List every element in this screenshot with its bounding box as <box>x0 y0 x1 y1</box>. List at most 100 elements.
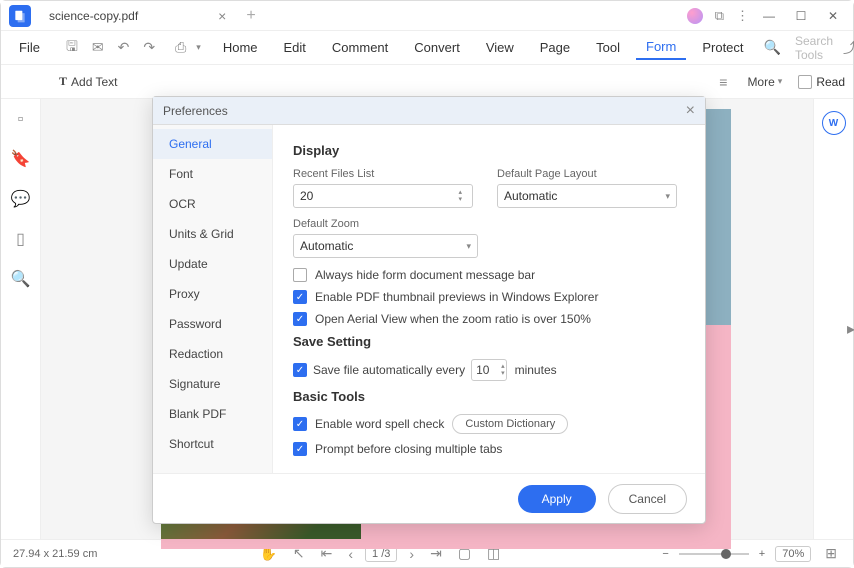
word-export-icon[interactable]: W <box>822 111 846 135</box>
tab-close-icon[interactable]: × <box>218 8 226 24</box>
file-menu[interactable]: File <box>9 36 50 59</box>
cancel-button[interactable]: Cancel <box>608 484 687 514</box>
text-icon: T <box>59 74 67 89</box>
view-mode-icon[interactable]: ⊞ <box>821 541 841 566</box>
home-menu[interactable]: Home <box>213 36 268 59</box>
tab-title: science-copy.pdf <box>49 9 138 23</box>
spell-checkbox-row[interactable]: ✓ Enable word spell check Custom Diction… <box>293 414 677 434</box>
sidebar-item-redaction[interactable]: Redaction <box>153 339 272 369</box>
kebab-icon[interactable]: ⋮ <box>736 8 749 24</box>
sidebar-item-general[interactable]: General <box>153 129 272 159</box>
zoom-in-icon[interactable]: + <box>759 548 765 560</box>
titlebar-actions: ⧉ ⋮ <box>687 8 749 24</box>
aerial-checkbox-row[interactable]: ✓ Open Aerial View when the zoom ratio i… <box>293 312 677 326</box>
sidebar-item-update[interactable]: Update <box>153 249 272 279</box>
default-zoom-select[interactable]: Automatic ▾ <box>293 234 478 258</box>
thumbnails-checkbox-row[interactable]: ✓ Enable PDF thumbnail previews in Windo… <box>293 290 677 304</box>
default-zoom-value: Automatic <box>300 239 353 253</box>
minimize-button[interactable]: — <box>757 4 781 28</box>
redo-icon[interactable]: ↷ <box>139 35 159 60</box>
chevron-down-icon: ▾ <box>665 191 670 202</box>
recent-files-label: Recent Files List <box>293 168 473 180</box>
preferences-sidebar: General Font OCR Units & Grid Update Pro… <box>153 125 273 473</box>
thumbnails-icon[interactable]: ▫ <box>18 111 24 129</box>
mail-icon[interactable]: ✉ <box>88 35 108 60</box>
expand-rail-icon[interactable]: ▸ <box>847 319 854 339</box>
sidebar-item-signature[interactable]: Signature <box>153 369 272 399</box>
more-label: More <box>747 75 774 89</box>
dialog-title: Preferences <box>163 104 228 118</box>
attachments-icon[interactable]: ▯ <box>16 229 25 249</box>
read-checkbox-box[interactable] <box>798 75 812 89</box>
list-icon[interactable]: ≡ <box>715 70 731 94</box>
prompt-tabs-label: Prompt before closing multiple tabs <box>315 442 502 456</box>
read-checkbox[interactable]: Read <box>798 75 845 89</box>
custom-dictionary-button[interactable]: Custom Dictionary <box>452 414 568 434</box>
chevron-down-icon: ▾ <box>778 76 783 87</box>
checkbox-checked-icon[interactable]: ✓ <box>293 442 307 456</box>
zoom-out-icon[interactable]: − <box>662 548 668 560</box>
zoom-slider[interactable] <box>679 553 749 555</box>
tool-menu[interactable]: Tool <box>586 36 630 59</box>
maximize-button[interactable]: ☐ <box>789 4 813 28</box>
print-dropdown-icon[interactable]: ▾ <box>196 42 201 53</box>
sidebar-item-units[interactable]: Units & Grid <box>153 219 272 249</box>
apply-button[interactable]: Apply <box>518 485 596 513</box>
sidebar-item-password[interactable]: Password <box>153 309 272 339</box>
new-tab-button[interactable]: + <box>246 7 255 25</box>
comment-menu[interactable]: Comment <box>322 36 398 59</box>
close-button[interactable]: ✕ <box>821 4 845 28</box>
prompt-tabs-checkbox-row[interactable]: ✓ Prompt before closing multiple tabs <box>293 442 677 456</box>
sidebar-item-ocr[interactable]: OCR <box>153 189 272 219</box>
external-icon[interactable]: ⧉ <box>715 8 724 24</box>
add-text-button[interactable]: T Add Text <box>53 72 124 91</box>
zoom-value[interactable]: 70% <box>775 546 811 562</box>
recent-files-input[interactable]: 20 ▴▾ <box>293 184 473 208</box>
protect-menu[interactable]: Protect <box>692 36 753 59</box>
read-label: Read <box>816 75 845 89</box>
autosave-row[interactable]: ✓ Save file automatically every 10 ▴▾ mi… <box>293 359 677 381</box>
tools-section-title: Basic Tools <box>293 389 677 404</box>
search-icon[interactable]: 🔍 <box>760 35 785 60</box>
default-layout-select[interactable]: Automatic ▾ <box>497 184 677 208</box>
view-menu[interactable]: View <box>476 36 524 59</box>
sidebar-item-shortcut[interactable]: Shortcut <box>153 429 272 459</box>
comments-icon[interactable]: 💬 <box>11 189 31 209</box>
spinner-icon[interactable]: ▴▾ <box>458 189 462 203</box>
checkbox-icon[interactable] <box>293 268 307 282</box>
display-section-title: Display <box>293 143 677 158</box>
autosave-pre-label: Save file automatically every <box>313 363 465 377</box>
checkbox-checked-icon[interactable]: ✓ <box>293 312 307 326</box>
bookmark-icon[interactable]: 🔖 <box>11 149 31 169</box>
undo-icon[interactable]: ↶ <box>114 35 134 60</box>
default-zoom-label: Default Zoom <box>293 218 478 230</box>
edit-menu[interactable]: Edit <box>274 36 316 59</box>
checkbox-checked-icon[interactable]: ✓ <box>293 290 307 304</box>
search-tools-input[interactable]: Search Tools <box>795 34 833 62</box>
checkbox-checked-icon[interactable]: ✓ <box>293 417 307 431</box>
print-icon[interactable]: ⎙ <box>171 35 190 60</box>
sidebar-item-proxy[interactable]: Proxy <box>153 279 272 309</box>
dialog-footer: Apply Cancel <box>153 473 705 523</box>
dialog-body: General Font OCR Units & Grid Update Pro… <box>153 125 705 473</box>
form-menu[interactable]: Form <box>636 35 686 60</box>
share-icon[interactable]: ⤴ <box>839 34 854 62</box>
preferences-panel: Display Recent Files List 20 ▴▾ Default … <box>273 125 705 473</box>
autosave-minutes-value: 10 <box>476 363 489 377</box>
ai-icon[interactable] <box>687 8 703 24</box>
save-icon[interactable]: 🖫 <box>62 32 82 64</box>
hide-form-checkbox-row[interactable]: Always hide form document message bar <box>293 268 677 282</box>
document-tab[interactable]: science-copy.pdf × <box>41 4 234 28</box>
spell-label: Enable word spell check <box>315 417 444 431</box>
more-button[interactable]: More ▾ <box>741 73 788 91</box>
dialog-close-icon[interactable]: × <box>686 102 695 120</box>
convert-menu[interactable]: Convert <box>404 36 470 59</box>
titlebar: science-copy.pdf × + ⧉ ⋮ — ☐ ✕ <box>1 1 853 31</box>
search-panel-icon[interactable]: 🔍 <box>11 269 31 289</box>
checkbox-checked-icon[interactable]: ✓ <box>293 363 307 377</box>
page-menu[interactable]: Page <box>530 36 580 59</box>
add-text-label: Add Text <box>71 75 117 89</box>
sidebar-item-font[interactable]: Font <box>153 159 272 189</box>
sidebar-item-blank-pdf[interactable]: Blank PDF <box>153 399 272 429</box>
spinner-icon[interactable]: ▴▾ <box>501 363 505 377</box>
